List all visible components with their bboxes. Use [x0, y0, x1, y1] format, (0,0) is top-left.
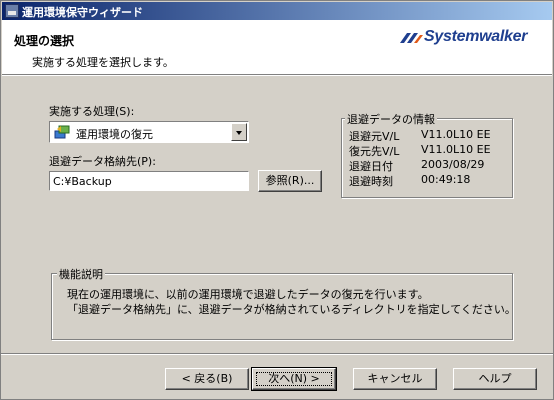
- backup-path-input[interactable]: [49, 171, 249, 191]
- wizard-header: 処理の選択 実施する処理を選択します。 Systemwalker: [2, 20, 552, 75]
- process-label: 実施する処理(S):: [49, 105, 135, 118]
- next-button-label: 次へ(N) >: [268, 372, 320, 385]
- info-key-time: 退避時刻: [349, 175, 393, 188]
- info-value-target-vl: V11.0L10 EE: [421, 143, 491, 156]
- info-key-source-vl: 退避元V/L: [349, 130, 400, 143]
- info-key-date: 退避日付: [349, 160, 393, 173]
- restore-icon: [54, 125, 70, 139]
- backup-path-label: 退避データ格納先(P):: [49, 155, 156, 168]
- logo-text: Systemwalker: [424, 28, 528, 45]
- chevron-down-icon[interactable]: [231, 123, 247, 141]
- browse-button[interactable]: 参照(R)...: [258, 170, 322, 192]
- info-value-date: 2003/08/29: [421, 158, 485, 171]
- description-title: 機能説明: [57, 266, 105, 282]
- process-select[interactable]: 運用環境の復元: [49, 121, 249, 143]
- description-line-2: 「退避データ格納先」に、退避データが格納されているディレクトリを指定してください…: [67, 303, 516, 316]
- description-line-1: 現在の運用環境に、以前の運用環境で退避したデータの復元を行います。: [67, 288, 429, 301]
- logo-mark-icon: [400, 33, 423, 43]
- footer-separator: [1, 353, 553, 355]
- back-button-label: < 戻る(B): [181, 372, 233, 385]
- app-icon: [5, 4, 19, 18]
- page-title: 処理の選択: [14, 34, 75, 48]
- info-key-target-vl: 復元先V/L: [349, 145, 400, 158]
- page-subtitle: 実施する処理を選択します。: [32, 56, 174, 69]
- info-value-time: 00:49:18: [421, 173, 471, 186]
- back-button[interactable]: < 戻る(B): [165, 368, 249, 390]
- window-title: 運用環境保守ウィザード: [22, 6, 143, 19]
- browse-button-label: 参照(R)...: [265, 174, 315, 187]
- backup-info-title: 退避データの情報: [345, 111, 437, 127]
- next-button[interactable]: 次へ(N) >: [251, 367, 337, 391]
- wizard-window: 運用環境保守ウィザード 処理の選択 実施する処理を選択します。 Systemwa…: [0, 0, 554, 400]
- help-button[interactable]: ヘルプ: [453, 368, 537, 390]
- process-selected-value: 運用環境の復元: [76, 128, 153, 141]
- title-bar[interactable]: 運用環境保守ウィザード: [2, 2, 552, 20]
- info-value-source-vl: V11.0L10 EE: [421, 128, 491, 141]
- systemwalker-logo: Systemwalker: [398, 28, 538, 48]
- help-button-label: ヘルプ: [478, 372, 512, 385]
- cancel-button-label: キャンセル: [367, 372, 423, 385]
- cancel-button[interactable]: キャンセル: [353, 368, 437, 390]
